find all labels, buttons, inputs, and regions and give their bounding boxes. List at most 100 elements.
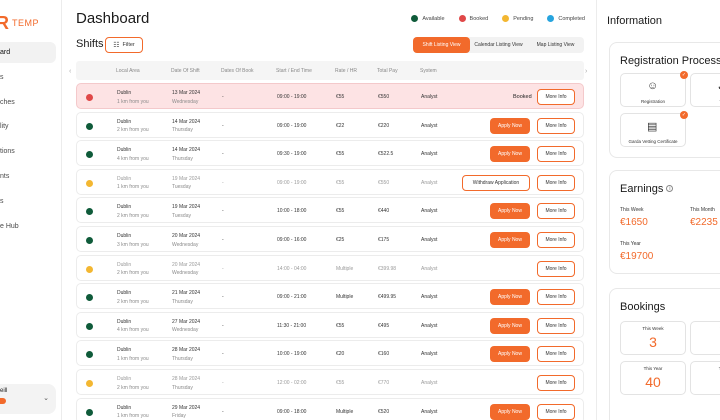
user-card[interactable]: eill ⌄ [0,384,56,414]
sidebar-item[interactable]: s [0,67,56,88]
date-cell: 19 Mar 2024 Tuesday [172,203,200,220]
sidebar-item[interactable]: ches [0,92,56,113]
more-info-button[interactable]: More Info [537,117,575,134]
apply-now-button[interactable]: Apply Now [490,203,530,220]
area-name: Dublin [117,233,132,239]
status-toggle[interactable] [0,398,6,404]
column-header: Dates Of Book [221,68,254,74]
local-area-cell: Dublin 2 km from you [117,203,149,220]
more-info-button[interactable]: More Info [537,346,575,363]
area-distance: 1 km from you [117,355,149,362]
more-info-button[interactable]: More Info [537,146,575,163]
registration-step-card[interactable]: ✓ ▤ Garda Vetting Certificate [620,111,688,147]
view-tab[interactable]: Map Listing View [527,37,584,53]
sidebar-item[interactable]: e Hub [0,216,56,237]
earnings-month-value: €2235 [690,217,718,228]
bookings-panel: Bookings This Week 3 Thi This Year 40 Tota 1 [609,288,720,420]
area-name: Dublin [117,204,132,211]
more-info-button[interactable]: More Info [537,260,575,277]
date-cell: 19 Mar 2024 Tuesday [172,175,200,192]
table-row[interactable]: Dublin 2 km from you 19 Mar 2024 Tuesday - 10… [76,197,584,224]
earnings-week-label: This Week [620,207,644,213]
sidebar-item[interactable]: tions [0,141,56,162]
apply-now-button[interactable]: Apply Now [490,403,530,420]
table-row[interactable]: Dublin 3 km from you 20 Mar 2024 Wednesday -… [76,226,584,252]
view-tab[interactable]: Shift Listing View [413,37,470,53]
status-dot [86,151,93,159]
table-row[interactable]: Dublin 2 km from you 14 Mar 2024 Thursday - 0… [76,111,584,138]
more-info-button[interactable]: More Info [537,317,575,334]
area-distance: 4 km from you [117,155,149,162]
table-row[interactable]: Dublin 4 km from you 14 Mar 2024 Thursday - 0… [76,140,584,167]
legend-item: Pending [502,15,533,22]
date-cell: 28 Mar 2024 Thursday [172,375,200,392]
time-cell: 12:00 - 02:00 [277,380,307,386]
filter-button[interactable]: ☷ Filter [105,37,143,53]
rate-cell: €55 [336,179,345,186]
withdraw-application-button[interactable]: Withdraw Application [462,174,530,191]
table-row[interactable]: Dublin 1 km from you 13 Mar 2024 Wednesday -… [76,83,584,109]
more-info-button[interactable]: More Info [537,289,575,306]
shift-day: Thursday [172,127,193,134]
status-dot [86,408,93,416]
column-header: Start / End Time [276,68,312,74]
total-pay-cell: €499.95 [378,294,397,301]
filter-label: Filter [122,42,135,48]
system-cell: Analyst [421,208,438,215]
shift-date: 19 Mar 2024 [172,204,201,211]
sidebar: R TEMP ard s ches lity tions nts s e Hub eill ⌄ [0,0,62,420]
apply-now-button[interactable]: Apply Now [490,117,530,134]
book-date-cell: - [222,122,224,129]
date-cell: 14 Mar 2024 Thursday [172,146,200,163]
time-cell: 10:00 - 19:00 [277,351,307,358]
sidebar-item[interactable]: lity [0,116,56,137]
scroll-right-icon[interactable]: › [585,68,587,75]
booking-stat-value: 3 [649,334,657,350]
more-info-button[interactable]: More Info [537,203,575,220]
area-name: Dublin [117,290,132,297]
view-tab[interactable]: Calendar Listing View [470,37,527,53]
local-area-cell: Dublin 1 km from you [117,175,149,192]
scroll-left-icon[interactable]: ‹ [69,68,71,75]
status-dot [86,179,93,187]
local-area-cell: Dublin 2 km from you [117,375,149,392]
time-cell: 09:00 - 19:00 [277,179,307,186]
table-row[interactable]: Dublin 4 km from you 27 Mar 2024 Wednesday -… [76,311,584,338]
sidebar-item[interactable]: s [0,191,56,212]
more-info-button[interactable]: More Info [537,174,575,191]
registration-step-card[interactable]: ✓ ☺ Registration [620,71,688,107]
apply-now-button[interactable]: Apply Now [490,146,530,163]
table-row[interactable]: Dublin 2 km from you 28 Mar 2024 Thursday - 1… [76,369,584,395]
apply-now-button[interactable]: Apply Now [490,346,530,363]
chevron-down-icon[interactable]: ⌄ [43,394,49,402]
more-info-button[interactable]: More Info [537,375,575,391]
table-row[interactable]: Dublin 1 km from you 19 Mar 2024 Tuesday - 09… [76,168,584,195]
apply-now-button[interactable]: Apply Now [490,317,530,334]
area-name: Dublin [117,347,132,354]
earnings-year-value: €19700 [620,251,654,262]
more-info-button[interactable]: More Info [537,403,575,420]
earnings-month-label: This Month [690,207,715,213]
registration-step-card[interactable]: ✓Ver [690,73,720,107]
info-icon[interactable]: i [666,185,674,192]
table-row[interactable]: Dublin 2 km from you 21 Mar 2024 Thursday - 0… [76,283,584,310]
more-info-button[interactable]: More Info [537,89,575,105]
information-title: Information [607,15,663,27]
legend-dot [547,15,555,22]
status-dot [86,294,93,302]
apply-now-button[interactable]: Apply Now [490,289,530,306]
more-info-button[interactable]: More Info [537,232,575,248]
sidebar-item[interactable]: nts [0,166,56,187]
table-row[interactable]: Dublin 1 km from you 28 Mar 2024 Thursday - 1… [76,340,584,367]
shift-day: Wednesday [172,98,199,105]
book-date-cell: - [222,94,224,100]
apply-now-button[interactable]: Apply Now [490,232,530,248]
table-row[interactable]: Dublin 1 km from you 29 Mar 2024 Friday - 09:… [76,397,584,420]
table-row[interactable]: Dublin 2 km from you 20 Mar 2024 Wednesday -… [76,254,584,281]
shift-day: Wednesday [172,241,199,248]
sidebar-item[interactable]: ard [0,42,56,63]
local-area-cell: Dublin 3 km from you [117,232,149,249]
system-cell: Analyst [421,122,438,129]
rate-cell: €55 [336,322,345,329]
rate-cell: €55 [336,151,345,158]
